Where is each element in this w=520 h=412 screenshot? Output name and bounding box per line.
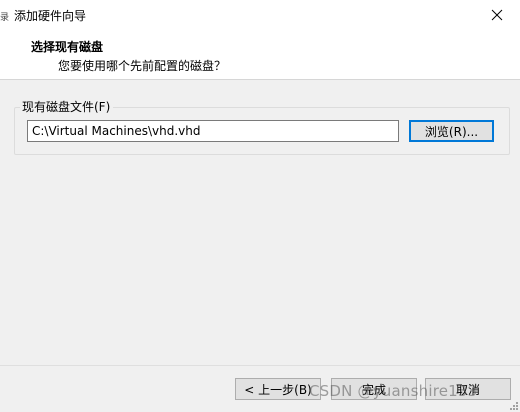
finish-button[interactable]: 完成 <box>331 378 417 400</box>
title-bar: 录 添加硬件向导 <box>0 0 520 30</box>
browse-button[interactable]: 浏览(R)... <box>409 120 494 142</box>
window-title: 添加硬件向导 <box>14 9 87 23</box>
page-title: 选择现有磁盘 <box>31 40 104 54</box>
close-button[interactable] <box>474 0 520 30</box>
existing-disk-file-label: 现有磁盘文件(F) <box>20 98 114 115</box>
resize-grip-icon[interactable] <box>509 401 519 411</box>
cancel-button[interactable]: 取消 <box>425 378 511 400</box>
left-edge-mark: 录 <box>0 13 10 23</box>
back-button[interactable]: < 上一步(B) <box>235 378 321 400</box>
wizard-header: 选择现有磁盘 您要使用哪个先前配置的磁盘？ <box>0 30 520 80</box>
disk-path-input[interactable] <box>27 120 399 142</box>
page-subtitle: 您要使用哪个先前配置的磁盘？ <box>58 59 227 73</box>
add-hardware-wizard-window: 录 添加硬件向导 选择现有磁盘 您要使用哪个先前配置的磁盘？ 现有磁盘文件(F)… <box>0 0 520 412</box>
footer-separator <box>0 365 520 366</box>
close-icon <box>491 9 503 21</box>
